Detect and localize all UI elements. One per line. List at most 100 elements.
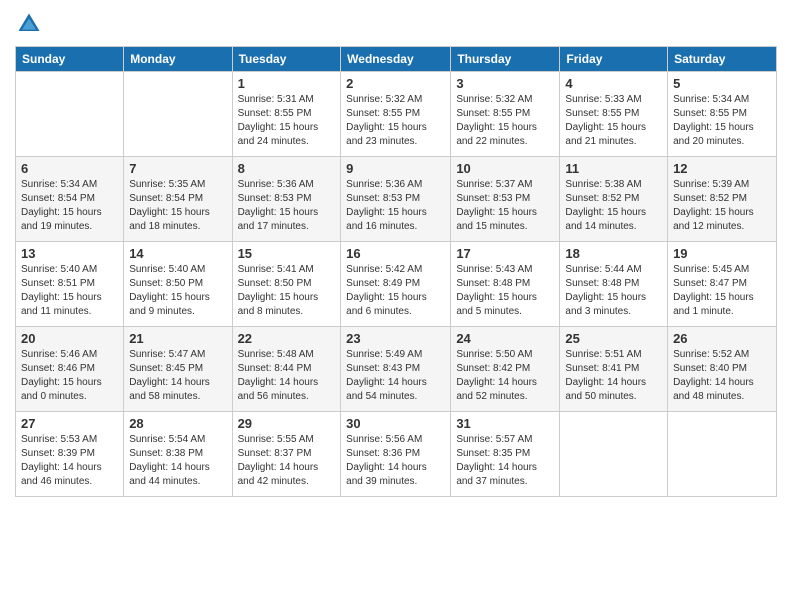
- logo-icon: [15, 10, 43, 38]
- header-cell-sunday: Sunday: [16, 47, 124, 72]
- calendar-cell: [124, 72, 232, 157]
- day-info: Sunrise: 5:38 AM Sunset: 8:52 PM Dayligh…: [565, 178, 662, 234]
- day-number: 29: [238, 416, 336, 431]
- header-cell-saturday: Saturday: [668, 47, 777, 72]
- day-number: 28: [129, 416, 226, 431]
- calendar-cell: 13 Sunrise: 5:40 AM Sunset: 8:51 PM Dayli…: [16, 242, 124, 327]
- week-row-0: 1 Sunrise: 5:31 AM Sunset: 8:55 PM Daylig…: [16, 72, 777, 157]
- calendar-cell: 9 Sunrise: 5:36 AM Sunset: 8:53 PM Daylig…: [341, 157, 451, 242]
- calendar-cell: [668, 412, 777, 497]
- day-number: 11: [565, 161, 662, 176]
- calendar-cell: 25Sunrise: 5:51 AM Sunset: 8:41 PM Dayli…: [560, 327, 668, 412]
- calendar-cell: [16, 72, 124, 157]
- day-info: Sunrise: 5:45 AM Sunset: 8:47 PM Dayligh…: [673, 263, 771, 319]
- header-cell-friday: Friday: [560, 47, 668, 72]
- day-info: Sunrise: 5:48 AM Sunset: 8:44 PM Dayligh…: [238, 348, 336, 404]
- calendar-cell: 10 Sunrise: 5:37 AM Sunset: 8:53 PM Dayli…: [451, 157, 560, 242]
- day-info: Sunrise: 5:44 AM Sunset: 8:48 PM Dayligh…: [565, 263, 662, 319]
- day-info: Sunrise: 5:36 AM Sunset: 8:53 PM Dayligh…: [346, 178, 445, 234]
- header-cell-wednesday: Wednesday: [341, 47, 451, 72]
- day-info: Sunrise: 5:32 AM Sunset: 8:55 PM Dayligh…: [346, 93, 445, 149]
- day-info: Sunrise: 5:47 AM Sunset: 8:45 PM Dayligh…: [129, 348, 226, 404]
- day-info: Sunrise: 5:40 AM Sunset: 8:51 PM Dayligh…: [21, 263, 118, 319]
- header-cell-tuesday: Tuesday: [232, 47, 341, 72]
- day-info: Sunrise: 5:49 AM Sunset: 8:43 PM Dayligh…: [346, 348, 445, 404]
- day-info: Sunrise: 5:32 AM Sunset: 8:55 PM Dayligh…: [456, 93, 554, 149]
- header-cell-thursday: Thursday: [451, 47, 560, 72]
- day-number: 24: [456, 331, 554, 346]
- day-number: 19: [673, 246, 771, 261]
- calendar-cell: 29 Sunrise: 5:55 AM Sunset: 8:37 PM Dayli…: [232, 412, 341, 497]
- calendar-cell: 2 Sunrise: 5:32 AM Sunset: 8:55 PM Daylig…: [341, 72, 451, 157]
- calendar-cell: 11 Sunrise: 5:38 AM Sunset: 8:52 PM Dayli…: [560, 157, 668, 242]
- week-row-3: 20Sunrise: 5:46 AM Sunset: 8:46 PM Dayli…: [16, 327, 777, 412]
- calendar-table: SundayMondayTuesdayWednesdayThursdayFrid…: [15, 46, 777, 497]
- day-number: 7: [129, 161, 226, 176]
- day-info: Sunrise: 5:54 AM Sunset: 8:38 PM Dayligh…: [129, 433, 226, 489]
- calendar-cell: 19 Sunrise: 5:45 AM Sunset: 8:47 PM Dayli…: [668, 242, 777, 327]
- day-number: 2: [346, 76, 445, 91]
- day-number: 8: [238, 161, 336, 176]
- day-number: 16: [346, 246, 445, 261]
- calendar-cell: 31 Sunrise: 5:57 AM Sunset: 8:35 PM Dayli…: [451, 412, 560, 497]
- logo: [15, 10, 47, 38]
- week-row-4: 27 Sunrise: 5:53 AM Sunset: 8:39 PM Dayli…: [16, 412, 777, 497]
- header-cell-monday: Monday: [124, 47, 232, 72]
- calendar-cell: 5Sunrise: 5:34 AM Sunset: 8:55 PM Daylig…: [668, 72, 777, 157]
- day-info: Sunrise: 5:37 AM Sunset: 8:53 PM Dayligh…: [456, 178, 554, 234]
- day-number: 4: [565, 76, 662, 91]
- calendar-cell: 7 Sunrise: 5:35 AM Sunset: 8:54 PM Daylig…: [124, 157, 232, 242]
- day-number: 12: [673, 161, 771, 176]
- calendar-cell: 3Sunrise: 5:32 AM Sunset: 8:55 PM Daylig…: [451, 72, 560, 157]
- day-info: Sunrise: 5:31 AM Sunset: 8:55 PM Dayligh…: [238, 93, 336, 149]
- day-info: Sunrise: 5:50 AM Sunset: 8:42 PM Dayligh…: [456, 348, 554, 404]
- day-info: Sunrise: 5:51 AM Sunset: 8:41 PM Dayligh…: [565, 348, 662, 404]
- day-number: 31: [456, 416, 554, 431]
- day-info: Sunrise: 5:43 AM Sunset: 8:48 PM Dayligh…: [456, 263, 554, 319]
- day-info: Sunrise: 5:56 AM Sunset: 8:36 PM Dayligh…: [346, 433, 445, 489]
- page-header: [15, 10, 777, 38]
- day-number: 22: [238, 331, 336, 346]
- calendar-cell: 24 Sunrise: 5:50 AM Sunset: 8:42 PM Dayli…: [451, 327, 560, 412]
- calendar-cell: 20Sunrise: 5:46 AM Sunset: 8:46 PM Dayli…: [16, 327, 124, 412]
- day-info: Sunrise: 5:34 AM Sunset: 8:54 PM Dayligh…: [21, 178, 118, 234]
- calendar-cell: 23Sunrise: 5:49 AM Sunset: 8:43 PM Dayli…: [341, 327, 451, 412]
- day-info: Sunrise: 5:39 AM Sunset: 8:52 PM Dayligh…: [673, 178, 771, 234]
- day-number: 9: [346, 161, 445, 176]
- day-info: Sunrise: 5:53 AM Sunset: 8:39 PM Dayligh…: [21, 433, 118, 489]
- calendar-cell: 18 Sunrise: 5:44 AM Sunset: 8:48 PM Dayli…: [560, 242, 668, 327]
- calendar-cell: 21 Sunrise: 5:47 AM Sunset: 8:45 PM Dayli…: [124, 327, 232, 412]
- day-info: Sunrise: 5:41 AM Sunset: 8:50 PM Dayligh…: [238, 263, 336, 319]
- calendar-cell: 6 Sunrise: 5:34 AM Sunset: 8:54 PM Daylig…: [16, 157, 124, 242]
- day-info: Sunrise: 5:46 AM Sunset: 8:46 PM Dayligh…: [21, 348, 118, 404]
- day-number: 17: [456, 246, 554, 261]
- calendar-cell: 1 Sunrise: 5:31 AM Sunset: 8:55 PM Daylig…: [232, 72, 341, 157]
- day-number: 26: [673, 331, 771, 346]
- day-number: 13: [21, 246, 118, 261]
- day-number: 21: [129, 331, 226, 346]
- week-row-1: 6 Sunrise: 5:34 AM Sunset: 8:54 PM Daylig…: [16, 157, 777, 242]
- week-row-2: 13 Sunrise: 5:40 AM Sunset: 8:51 PM Dayli…: [16, 242, 777, 327]
- day-number: 27: [21, 416, 118, 431]
- day-info: Sunrise: 5:35 AM Sunset: 8:54 PM Dayligh…: [129, 178, 226, 234]
- day-number: 30: [346, 416, 445, 431]
- header-row: SundayMondayTuesdayWednesdayThursdayFrid…: [16, 47, 777, 72]
- calendar-cell: 16Sunrise: 5:42 AM Sunset: 8:49 PM Dayli…: [341, 242, 451, 327]
- day-info: Sunrise: 5:33 AM Sunset: 8:55 PM Dayligh…: [565, 93, 662, 149]
- day-number: 18: [565, 246, 662, 261]
- day-number: 1: [238, 76, 336, 91]
- day-number: 14: [129, 246, 226, 261]
- calendar-cell: 22 Sunrise: 5:48 AM Sunset: 8:44 PM Dayli…: [232, 327, 341, 412]
- calendar-cell: 4 Sunrise: 5:33 AM Sunset: 8:55 PM Daylig…: [560, 72, 668, 157]
- day-number: 6: [21, 161, 118, 176]
- day-info: Sunrise: 5:40 AM Sunset: 8:50 PM Dayligh…: [129, 263, 226, 319]
- day-info: Sunrise: 5:57 AM Sunset: 8:35 PM Dayligh…: [456, 433, 554, 489]
- calendar-cell: 30 Sunrise: 5:56 AM Sunset: 8:36 PM Dayli…: [341, 412, 451, 497]
- calendar-cell: 17 Sunrise: 5:43 AM Sunset: 8:48 PM Dayli…: [451, 242, 560, 327]
- calendar-cell: 27 Sunrise: 5:53 AM Sunset: 8:39 PM Dayli…: [16, 412, 124, 497]
- day-info: Sunrise: 5:55 AM Sunset: 8:37 PM Dayligh…: [238, 433, 336, 489]
- calendar-cell: 14 Sunrise: 5:40 AM Sunset: 8:50 PM Dayli…: [124, 242, 232, 327]
- day-number: 5: [673, 76, 771, 91]
- calendar-cell: [560, 412, 668, 497]
- day-number: 10: [456, 161, 554, 176]
